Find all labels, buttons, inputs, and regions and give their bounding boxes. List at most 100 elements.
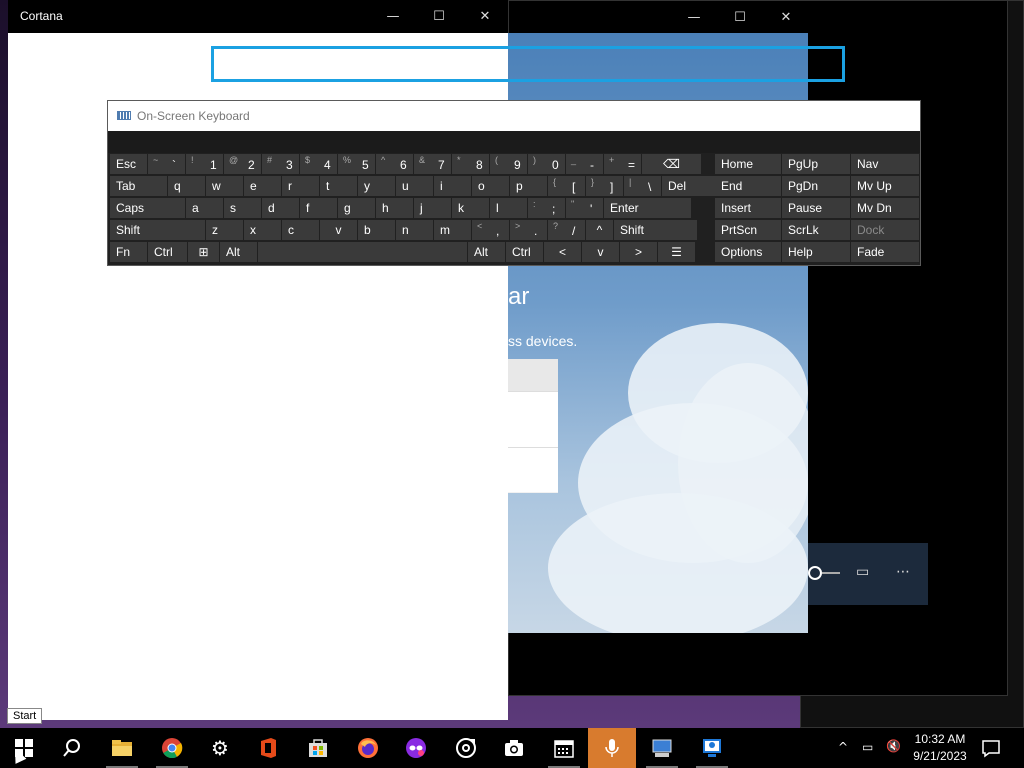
key-backtick[interactable]: ~ ` [148,154,185,174]
key-left[interactable]: < [544,242,581,262]
tray-chevron-icon[interactable]: ^ [838,740,848,754]
key-g[interactable]: g [338,198,375,218]
key-c[interactable]: c [282,220,319,240]
key-s[interactable]: s [224,198,261,218]
taskbar-microphone[interactable] [588,728,636,768]
key-d[interactable]: d [262,198,299,218]
key-m[interactable]: m [434,220,471,240]
key-semicolon[interactable]: :; [528,198,565,218]
key-lbracket[interactable]: {[ [548,176,585,196]
key-nav[interactable]: Nav [851,154,919,174]
key-7[interactable]: & 7 [414,154,451,174]
key-j[interactable]: j [414,198,451,218]
start-button[interactable] [0,728,48,768]
more-options-icon[interactable]: ⋯ [896,564,910,580]
taskbar-camera[interactable] [490,728,538,768]
key-options[interactable]: Options [715,242,781,262]
key-backspace[interactable]: ⌫ [642,154,701,174]
key-f[interactable]: f [300,198,337,218]
key-right[interactable]: > [620,242,657,262]
key-e[interactable]: e [244,176,281,196]
key-rbracket[interactable]: }] [586,176,623,196]
close-button[interactable]: ✕ [763,1,809,34]
key-period[interactable]: >. [510,220,547,240]
key-minus[interactable]: _ - [566,154,603,174]
key-caps[interactable]: Caps [110,198,185,218]
minimize-button[interactable]: — [671,1,717,34]
key-down[interactable]: v [582,242,619,262]
taskbar-app-mask[interactable] [392,728,440,768]
key-quote[interactable]: " ' [566,198,603,218]
key-n[interactable]: n [396,220,433,240]
key-alt_l[interactable]: Alt [220,242,257,262]
key-esc[interactable]: Esc [110,154,147,174]
key-alt_r[interactable]: Alt [468,242,505,262]
key-up[interactable]: ^ [586,220,613,240]
key-space[interactable] [258,242,467,262]
volume-slider[interactable] [808,566,842,580]
key-a[interactable]: a [186,198,223,218]
key-equals[interactable]: + = [604,154,641,174]
network-icon[interactable]: ▭ [862,740,873,754]
key-0[interactable]: ) 0 [528,154,565,174]
key-t[interactable]: t [320,176,357,196]
key-enter[interactable]: Enter [604,198,691,218]
key-insert[interactable]: Insert [715,198,781,218]
key-comma[interactable]: <, [472,220,509,240]
key-ctrl_l[interactable]: Ctrl [148,242,187,262]
taskbar-firefox[interactable] [344,728,392,768]
key-pgdn[interactable]: PgDn [782,176,850,196]
key-mv-up[interactable]: Mv Up [851,176,919,196]
key-k[interactable]: k [452,198,489,218]
key-z[interactable]: z [206,220,243,240]
key-l[interactable]: l [490,198,527,218]
maximize-button[interactable]: ☐ [717,1,763,34]
key-u[interactable]: u [396,176,433,196]
miniplayer-icon[interactable]: ▭ [856,564,869,580]
key-tab[interactable]: Tab [110,176,167,196]
key-w[interactable]: w [206,176,243,196]
key-shift_l[interactable]: Shift [110,220,205,240]
key-x[interactable]: x [244,220,281,240]
key-p[interactable]: p [510,176,547,196]
key-help[interactable]: Help [782,242,850,262]
taskbar-app-disc[interactable] [442,728,490,768]
taskbar-chrome[interactable] [148,728,196,768]
key-1[interactable]: ! 1 [186,154,223,174]
key-h[interactable]: h [376,198,413,218]
key-3[interactable]: #3 [262,154,299,174]
key-pause[interactable]: Pause [782,198,850,218]
key-dock[interactable]: Dock [851,220,919,240]
key-fade[interactable]: Fade [851,242,919,262]
key-del[interactable]: Del [662,176,723,196]
key-prtscn[interactable]: PrtScn [715,220,781,240]
key-home[interactable]: Home [715,154,781,174]
key-ctrl_r[interactable]: Ctrl [506,242,543,262]
key-y[interactable]: y [358,176,395,196]
key-r[interactable]: r [282,176,319,196]
taskbar-app-computer[interactable] [638,728,686,768]
key-mv-dn[interactable]: Mv Dn [851,198,919,218]
maximize-button[interactable]: ☐ [416,0,462,33]
taskbar-file-explorer[interactable] [98,728,146,768]
key-5[interactable]: % 5 [338,154,375,174]
key-shift_r[interactable]: Shift [614,220,697,240]
key-scrlk[interactable]: ScrLk [782,220,850,240]
volume-muted-icon[interactable]: 🔇 [886,739,901,753]
taskbar-clock[interactable]: 10:32 AM 9/21/2023 [904,731,976,765]
key-8[interactable]: * 8 [452,154,489,174]
key-win[interactable]: ⊞ [188,242,219,262]
key-fn[interactable]: Fn [110,242,147,262]
key-b[interactable]: b [358,220,395,240]
key-backslash[interactable]: | \ [624,176,661,196]
key-6[interactable]: ^ 6 [376,154,413,174]
taskbar-app-remote[interactable] [688,728,736,768]
key-q[interactable]: q [168,176,205,196]
taskbar-settings[interactable]: ⚙ [196,728,244,768]
search-button[interactable] [48,728,96,768]
notifications-button[interactable] [968,728,1014,768]
key-v[interactable]: v [320,220,357,240]
key-menu[interactable]: ☰ [658,242,695,262]
key-9[interactable]: (9 [490,154,527,174]
key-pgup[interactable]: PgUp [782,154,850,174]
